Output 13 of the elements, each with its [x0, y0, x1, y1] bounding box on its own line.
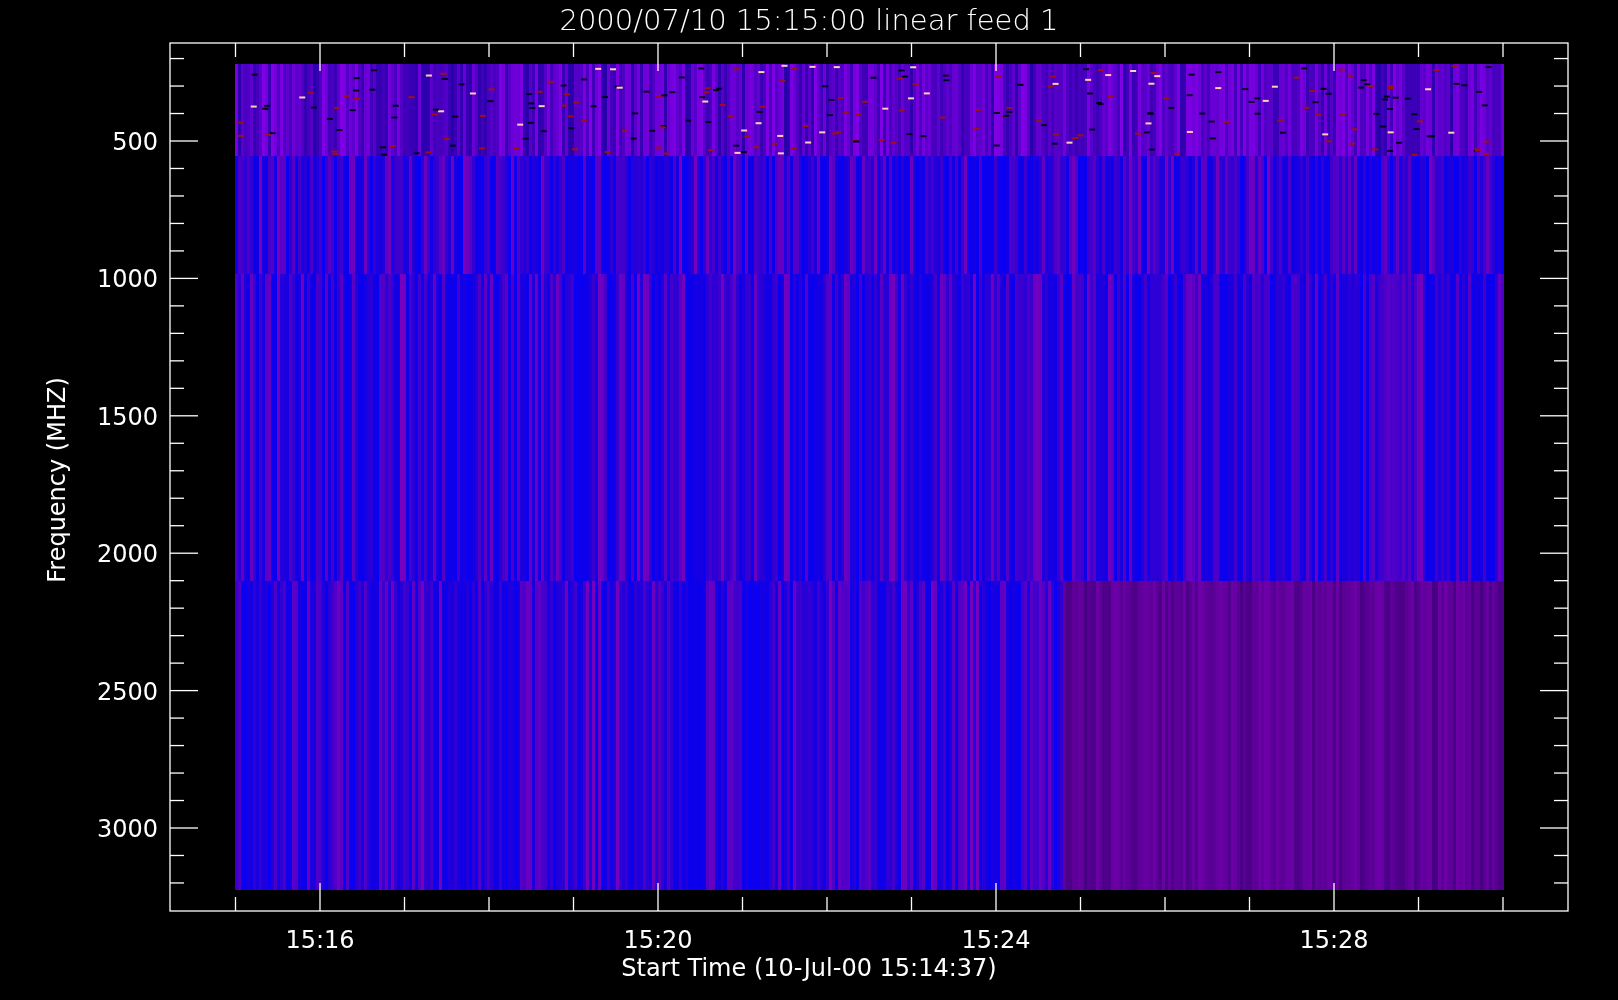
tick-label: 15:16	[285, 926, 355, 954]
tick-label: 1500	[96, 402, 158, 431]
tick-label: 15:24	[961, 926, 1031, 954]
tick-label: 3000	[96, 815, 158, 843]
tick-label: 2500	[96, 677, 158, 706]
chart-title: 2000/07/10 15:15:00 linear feed 1	[559, 3, 1059, 37]
tick-label: 15:28	[1299, 926, 1369, 954]
axis-label: Frequency (MHZ)	[43, 377, 71, 583]
axis-label: Start Time (10-Jul-00 15:14:37)	[621, 954, 997, 982]
tick-label: 2000	[96, 540, 158, 569]
tick-label: 1000	[96, 265, 158, 294]
tick-label: 500	[112, 128, 158, 156]
tick-label: 15:20	[623, 926, 693, 954]
